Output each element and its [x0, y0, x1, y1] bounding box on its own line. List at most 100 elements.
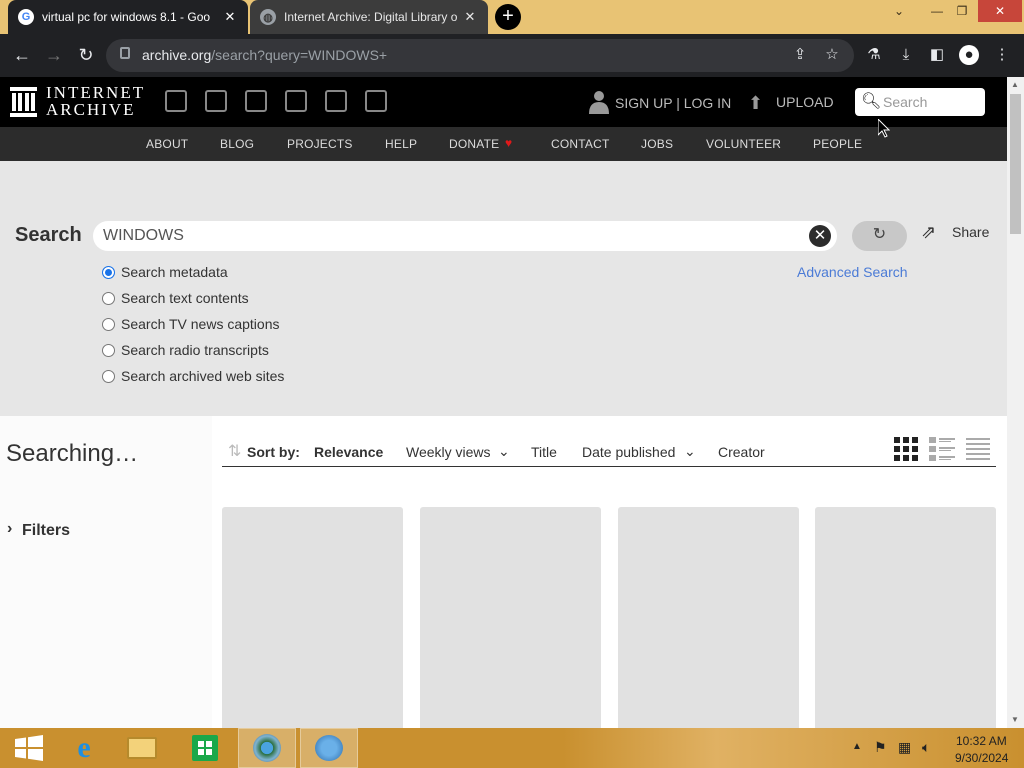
sort-direction-icon[interactable]: ⇅: [228, 441, 241, 461]
nav-projects[interactable]: PROJECTS: [287, 137, 353, 151]
network-icon[interactable]: ▦: [898, 739, 911, 756]
tab-internet-archive[interactable]: ◍ Internet Archive: Digital Library o ✕: [250, 0, 488, 34]
radio-button[interactable]: [102, 343, 115, 357]
sort-bar-divider: [222, 466, 996, 467]
chevron-down-icon[interactable]: ⌄: [882, 0, 916, 22]
reload-button[interactable]: ↻: [74, 43, 98, 67]
images-icon[interactable]: [365, 90, 387, 112]
windows-taskbar: e ▲ ⚑ ▦ 🔈︎ 10:32 AM 9/30/2024: [0, 728, 1024, 768]
restore-button[interactable]: ❐: [945, 0, 979, 22]
results-status: Searching…: [6, 440, 139, 467]
advanced-search-link[interactable]: Advanced Search: [797, 264, 908, 280]
option-search-tv[interactable]: Search TV news captions: [102, 316, 280, 332]
globe-icon: ◍: [260, 9, 276, 25]
upload-icon[interactable]: ⬆: [748, 93, 763, 114]
filters-toggle[interactable]: Filters: [22, 522, 70, 540]
back-button[interactable]: ←: [10, 43, 34, 67]
sort-weekly-views[interactable]: Weekly views: [406, 444, 491, 460]
labs-flask-icon[interactable]: ⚗: [864, 45, 884, 65]
web-icon[interactable]: [165, 90, 187, 112]
nav-help[interactable]: HELP: [385, 137, 417, 151]
tab-google-search[interactable]: G virtual pc for windows 8.1 - Goo ✕: [8, 0, 248, 34]
nav-volunteer[interactable]: VOLUNTEER: [706, 137, 781, 151]
option-search-web[interactable]: Search archived web sites: [102, 368, 284, 384]
result-card-placeholder: [618, 507, 799, 737]
share-icon[interactable]: ⇗: [921, 222, 936, 243]
bookmark-star-icon[interactable]: ☆: [822, 45, 842, 65]
list-detail-view-icon[interactable]: [929, 437, 955, 461]
scroll-down-icon[interactable]: ▼: [1011, 715, 1019, 724]
software-floppy-icon[interactable]: [325, 90, 347, 112]
upload-link[interactable]: UPLOAD: [776, 94, 834, 110]
search-input[interactable]: WINDOWS: [93, 221, 837, 251]
forward-button[interactable]: →: [42, 43, 66, 67]
lock-icon: [120, 47, 130, 59]
video-film-icon[interactable]: [245, 90, 267, 112]
start-button[interactable]: [0, 728, 58, 768]
mouse-cursor-icon: [877, 117, 891, 143]
results-panel: ⇅ Sort by: Relevance Weekly views ⌄ Titl…: [212, 416, 1007, 737]
user-icon[interactable]: [589, 90, 609, 114]
sort-title[interactable]: Title: [531, 444, 557, 460]
file-explorer-icon[interactable]: [113, 728, 171, 768]
search-form: Search WINDOWS ✕ ↻ ⇗ Share Advanced Sear…: [0, 161, 1007, 416]
network-app-icon[interactable]: [300, 728, 358, 768]
nav-jobs[interactable]: JOBS: [641, 137, 673, 151]
scroll-thumb[interactable]: [1010, 94, 1021, 234]
nav-blog[interactable]: BLOG: [220, 137, 254, 151]
clock-time[interactable]: 10:32 AM: [956, 734, 1007, 748]
side-panel-icon[interactable]: ◧: [927, 45, 947, 65]
search-submit-button[interactable]: ↻: [852, 221, 907, 251]
internet-explorer-icon[interactable]: e: [55, 728, 113, 768]
texts-book-icon[interactable]: [205, 90, 227, 112]
profile-avatar-icon[interactable]: ●: [959, 45, 979, 65]
share-link[interactable]: Share: [952, 224, 989, 240]
ia-header: INTERNET ARCHIVE SIGN UP | LOG IN ⬆ UPLO…: [0, 77, 1007, 127]
signup-login-link[interactable]: SIGN UP | LOG IN: [615, 95, 731, 111]
scroll-up-icon[interactable]: ▲: [1011, 80, 1019, 89]
chevron-right-icon[interactable]: ›: [7, 520, 12, 538]
option-search-text[interactable]: Search text contents: [102, 290, 249, 306]
option-search-radio[interactable]: Search radio transcripts: [102, 342, 269, 358]
action-center-flag-icon[interactable]: ⚑: [874, 739, 887, 756]
download-icon[interactable]: ⤓: [896, 45, 916, 65]
menu-dots-icon[interactable]: ⋮: [992, 45, 1012, 65]
archive-logo-icon[interactable]: [10, 87, 37, 117]
nav-contact[interactable]: CONTACT: [551, 137, 610, 151]
radio-button[interactable]: [102, 369, 115, 383]
address-bar[interactable]: archive.org/search?query=WINDOWS+ ⇪ ☆: [106, 39, 854, 72]
sort-creator[interactable]: Creator: [718, 444, 765, 460]
radio-button[interactable]: [102, 291, 115, 305]
close-icon[interactable]: ✕: [462, 9, 478, 25]
new-tab-button[interactable]: +: [495, 4, 521, 30]
header-search-input[interactable]: 🔍︎ Search: [855, 88, 985, 116]
chevron-down-icon[interactable]: ⌄: [498, 443, 510, 460]
sort-relevance[interactable]: Relevance: [314, 444, 383, 460]
nav-donate[interactable]: DONATE: [449, 137, 499, 151]
windows-logo-icon: [15, 735, 43, 761]
chrome-taskbar-icon[interactable]: [238, 728, 296, 768]
sort-date-published[interactable]: Date published: [582, 444, 675, 460]
archive-logo-text[interactable]: INTERNET ARCHIVE: [46, 84, 145, 118]
vertical-scrollbar[interactable]: ▲ ▼: [1007, 77, 1024, 728]
close-window-button[interactable]: ✕: [978, 0, 1022, 22]
nav-people[interactable]: PEOPLE: [813, 137, 862, 151]
clear-search-button[interactable]: ✕: [809, 225, 831, 247]
browser-tab-strip: G virtual pc for windows 8.1 - Goo ✕ ◍ I…: [0, 0, 1024, 34]
grid-view-icon[interactable]: [894, 437, 918, 461]
result-card-placeholder: [222, 507, 403, 737]
audio-speaker-icon[interactable]: [285, 90, 307, 112]
store-icon[interactable]: [176, 728, 234, 768]
result-card-placeholder: [420, 507, 601, 737]
close-icon[interactable]: ✕: [222, 9, 238, 25]
share-page-icon[interactable]: ⇪: [790, 45, 810, 65]
radio-button[interactable]: [102, 317, 115, 331]
radio-button[interactable]: [102, 265, 115, 279]
show-hidden-icons-icon[interactable]: ▲: [852, 741, 862, 752]
clock-date[interactable]: 9/30/2024: [955, 751, 1008, 765]
nav-about[interactable]: ABOUT: [146, 137, 188, 151]
chevron-down-icon[interactable]: ⌄: [684, 443, 696, 460]
option-search-metadata[interactable]: Search metadata: [102, 264, 228, 280]
list-compact-view-icon[interactable]: [966, 437, 990, 461]
volume-muted-icon[interactable]: 🔈︎: [922, 739, 930, 756]
